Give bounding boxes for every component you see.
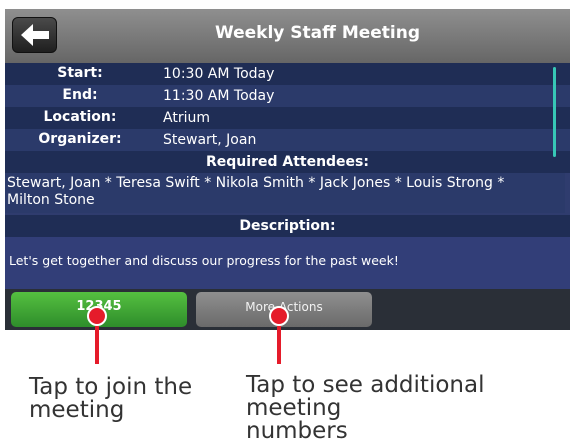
detail-label: Start: [57, 65, 103, 81]
detail-value: 10:30 AM Today [163, 66, 275, 82]
back-button[interactable] [12, 17, 57, 53]
callout-caption-join: Tap to join the meeting [29, 376, 192, 422]
detail-label: End: [62, 87, 98, 103]
callout-dot-join [87, 306, 107, 326]
detail-row-organizer: Organizer: Stewart, Joan [5, 129, 570, 151]
caption-line: meeting [29, 397, 125, 423]
callout-caption-more: Tap to see additional meeting numbers [246, 374, 575, 443]
detail-label: Organizer: [38, 131, 122, 147]
back-arrow-icon [21, 24, 49, 46]
scrollbar[interactable] [553, 67, 556, 157]
caption-line: numbers [246, 418, 348, 444]
detail-row-start: Start: 10:30 AM Today [5, 63, 570, 85]
caption-line: Tap to see additional meeting [246, 372, 485, 421]
detail-value: Atrium [163, 110, 210, 126]
description-text: Let's get together and discuss our progr… [5, 237, 570, 289]
description-heading: Description: [5, 215, 570, 237]
meeting-screen: Weekly Staff Meeting Start: 10:30 AM Tod… [5, 9, 570, 330]
page-title: Weekly Staff Meeting [214, 23, 421, 43]
detail-value: Stewart, Joan [163, 132, 257, 148]
attendees-list: Stewart, Joan * Teresa Swift * Nikola Sm… [5, 173, 565, 213]
detail-row-location: Location: Atrium [5, 107, 570, 129]
meeting-details[interactable]: Start: 10:30 AM Today End: 11:30 AM Toda… [5, 63, 570, 289]
title-bar: Weekly Staff Meeting [5, 9, 570, 63]
detail-label: Location: [43, 109, 117, 125]
detail-value: 11:30 AM Today [163, 88, 275, 104]
attendees-heading: Required Attendees: [5, 151, 570, 173]
attendees-line: Milton Stone [7, 192, 95, 208]
caption-line: Tap to join the [29, 374, 193, 400]
detail-row-end: End: 11:30 AM Today [5, 85, 570, 107]
attendees-line: Stewart, Joan * Teresa Swift * Nikola Sm… [7, 175, 505, 191]
callout-dot-more [269, 306, 289, 326]
